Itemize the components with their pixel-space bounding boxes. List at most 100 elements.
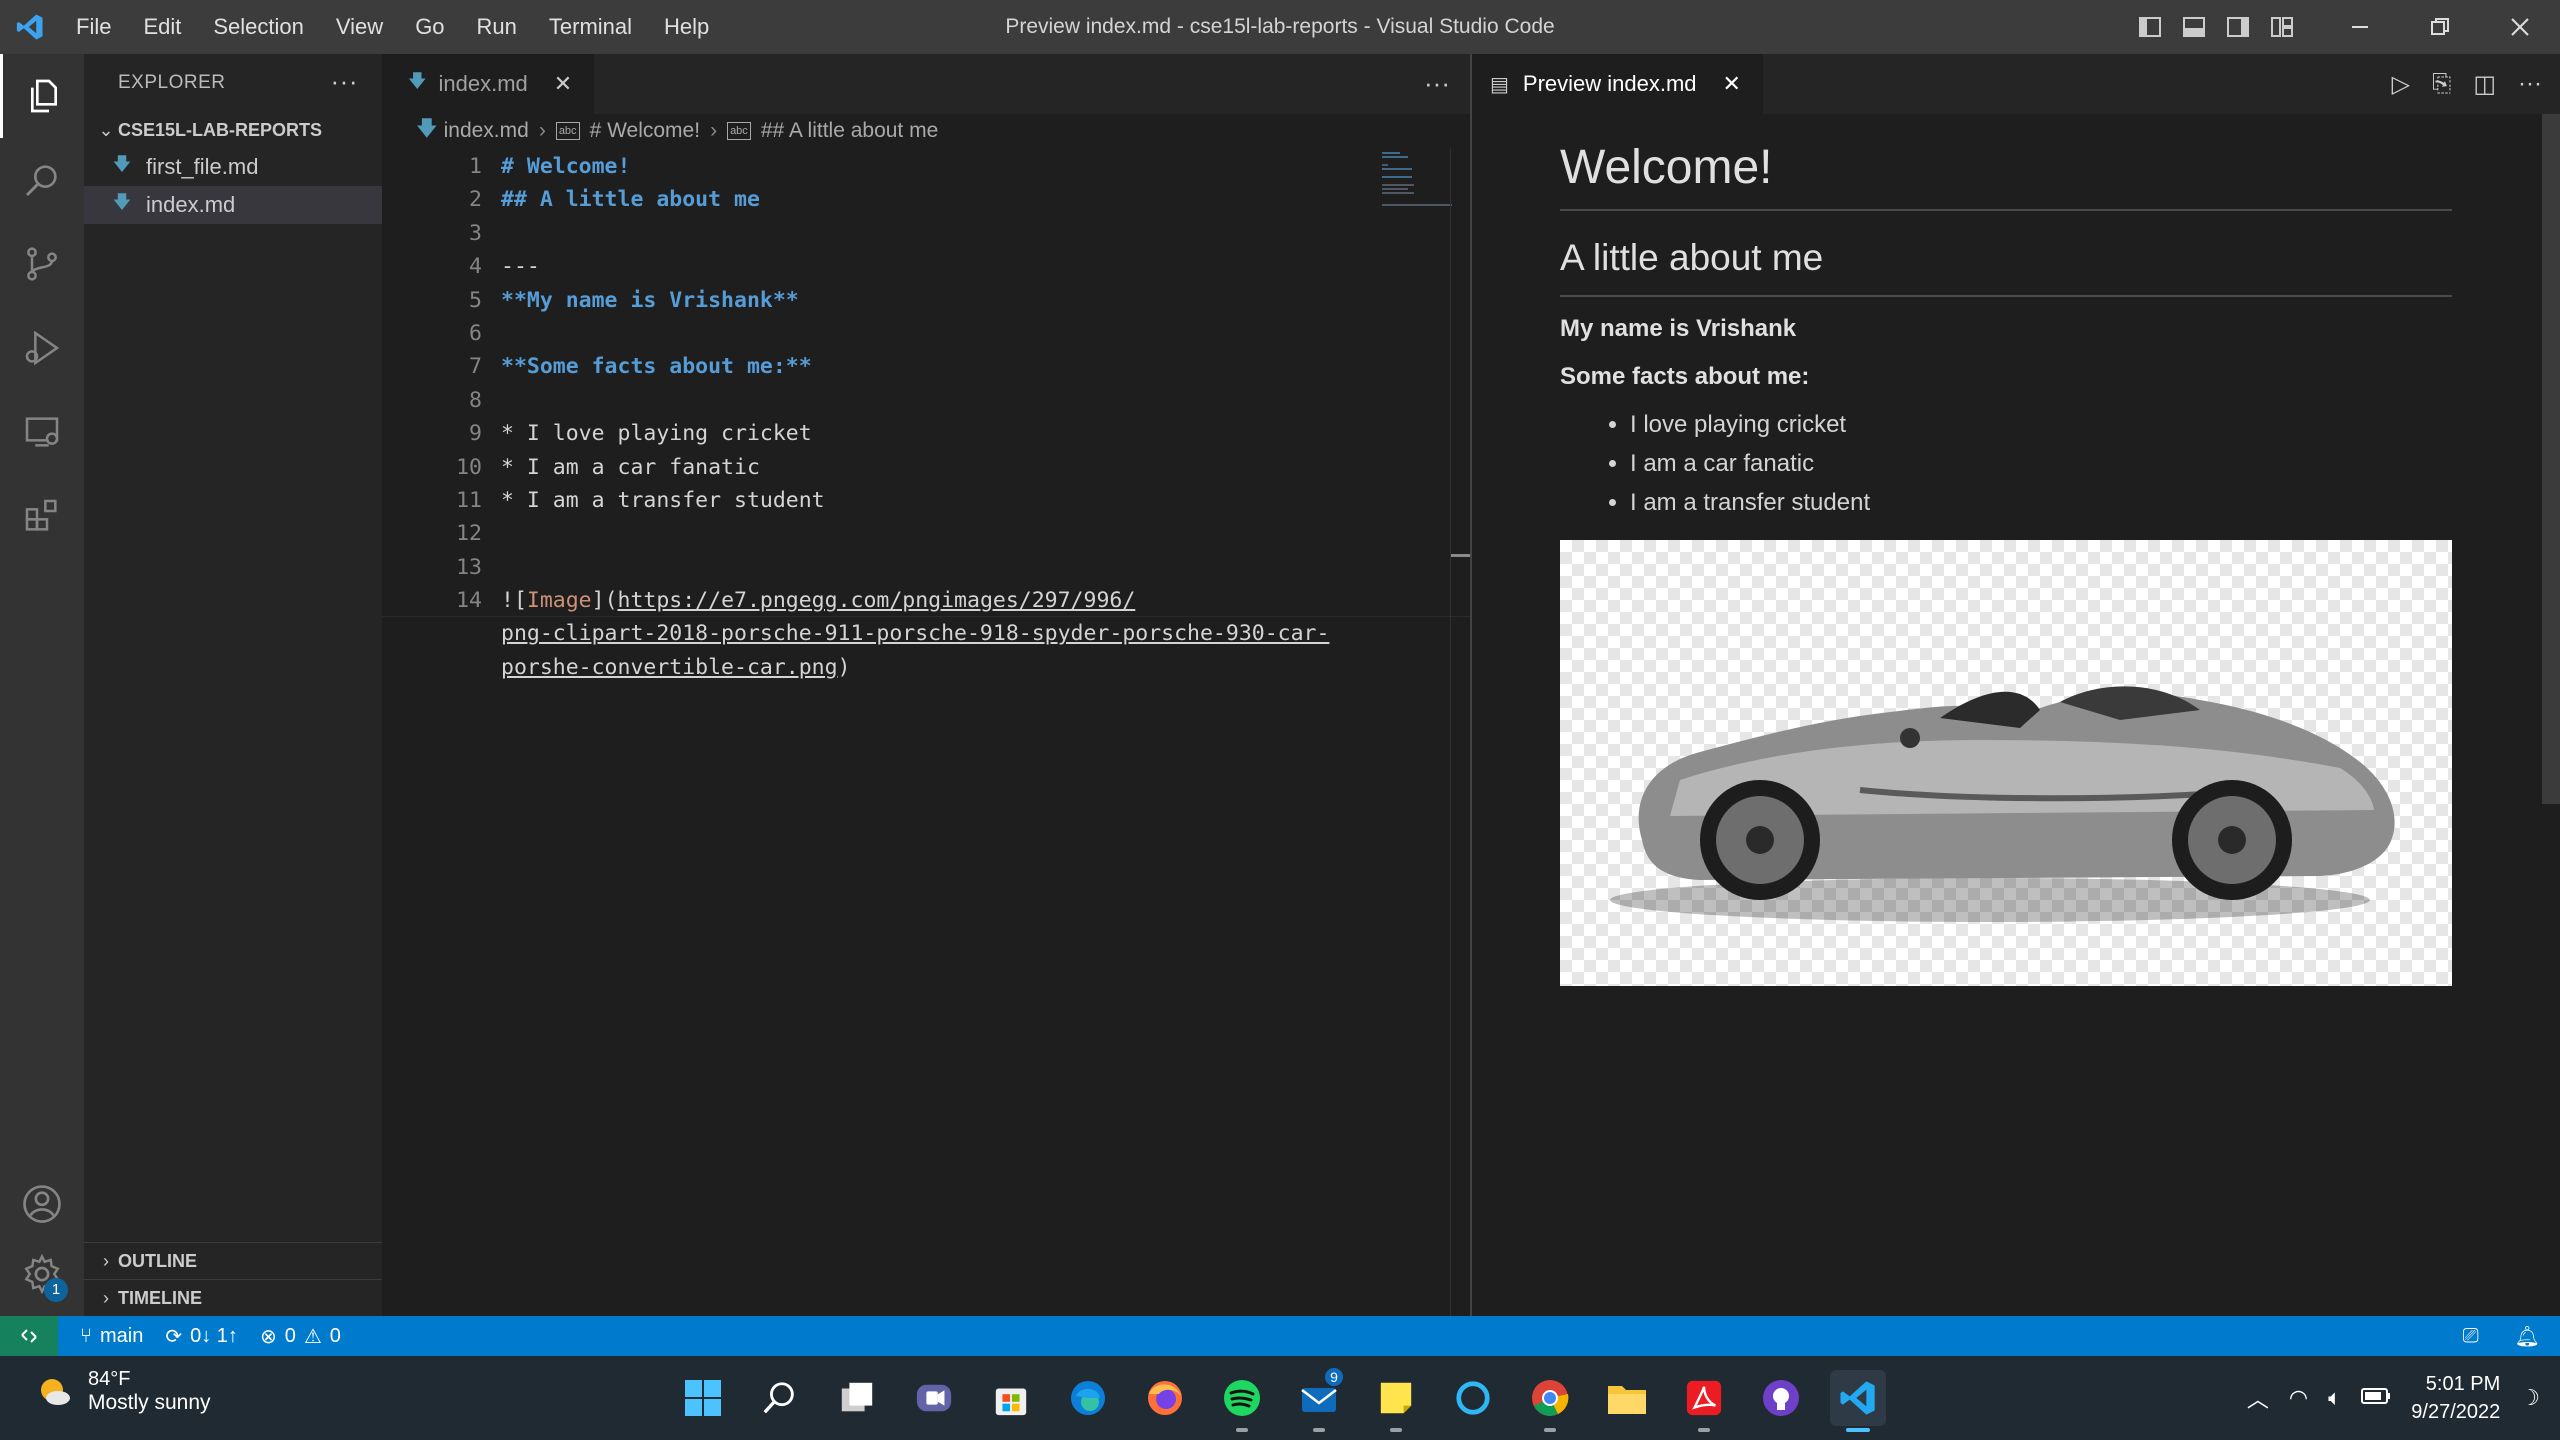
menu-help[interactable]: Help	[648, 0, 725, 54]
battery-icon[interactable]	[2361, 1387, 2391, 1410]
menu-terminal[interactable]: Terminal	[533, 0, 648, 54]
more-actions-icon[interactable]: ···	[2518, 70, 2542, 98]
spotify-icon[interactable]	[1214, 1370, 1270, 1432]
more-actions-icon[interactable]: ···	[331, 66, 358, 97]
remote-indicator-icon[interactable]	[0, 1316, 58, 1356]
branch-name: main	[100, 1324, 144, 1347]
vscode-icon[interactable]	[1830, 1370, 1886, 1432]
task-view-icon[interactable]	[829, 1370, 885, 1426]
close-window-icon[interactable]	[2480, 0, 2560, 54]
list-item: I am a transfer student	[1630, 483, 2452, 522]
file-explorer-icon[interactable]	[1599, 1370, 1655, 1426]
code-editor[interactable]: 1 # Welcome! 2 ## A little about me 3 4 ---…	[382, 148, 1470, 684]
line-text: **Some facts about me:**	[501, 354, 812, 380]
preview-scrollbar[interactable]	[2542, 114, 2560, 804]
preview-name: My name is Vrishank	[1560, 315, 1797, 342]
toggle-primary-sidebar-icon[interactable]	[2132, 9, 2168, 45]
line-number: 4	[469, 254, 482, 280]
problems-status[interactable]: ⊗ 0 ⚠ 0	[260, 1324, 341, 1349]
tab-preview-index-md[interactable]: ▤ Preview index.md ✕	[1472, 54, 1763, 114]
remote-explorer-icon[interactable]	[0, 390, 84, 474]
line-number: 1	[469, 154, 482, 179]
start-icon[interactable]	[675, 1370, 731, 1426]
md-link-text: Image	[526, 588, 592, 614]
chrome-icon[interactable]	[1522, 1370, 1578, 1432]
menu-file[interactable]: File	[60, 0, 127, 54]
code-line: 8	[382, 384, 1470, 417]
clock-date: 9/27/2022	[2411, 1401, 2501, 1423]
close-tab-icon[interactable]: ✕	[554, 71, 572, 97]
menu-view[interactable]: View	[320, 0, 399, 54]
workspace-folder[interactable]: ⌄ CSE15L-LAB-REPORTS	[84, 112, 382, 148]
manage-gear-icon[interactable]: 1	[0, 1232, 84, 1316]
explorer-header: EXPLORER ···	[84, 54, 382, 112]
line-number: 9	[469, 421, 482, 447]
github-desktop-icon[interactable]	[1753, 1370, 1809, 1426]
search-icon[interactable]	[0, 138, 84, 222]
breadcrumb-file[interactable]: index.md	[444, 119, 529, 143]
md-link-url-wrap2[interactable]: porshe-convertible-car.png	[501, 655, 838, 680]
temperature: 84°F	[88, 1368, 131, 1390]
menu-edit[interactable]: Edit	[127, 0, 197, 54]
teams-chat-icon[interactable]	[906, 1370, 962, 1426]
toggle-panel-icon[interactable]	[2176, 9, 2212, 45]
warning-count: 0	[329, 1324, 341, 1347]
menu-selection[interactable]: Selection	[197, 0, 320, 54]
editor-more-actions-icon[interactable]: ···	[1424, 68, 1450, 99]
error-icon: ⊗	[259, 1325, 277, 1348]
sync-status[interactable]: ⟳ 0↓ 1↑	[165, 1324, 238, 1349]
run-debug-icon[interactable]	[0, 306, 84, 390]
outline-section[interactable]: › OUTLINE	[84, 1242, 382, 1280]
source-control-icon[interactable]	[0, 222, 84, 306]
menu-go[interactable]: Go	[399, 0, 460, 54]
md-link-url-wrap[interactable]: png-clipart-2018-porsche-911-porsche-918…	[501, 617, 1329, 650]
notifications-bell-icon[interactable]: 🔔︎	[2515, 1324, 2540, 1349]
mail-icon[interactable]: 9	[1291, 1366, 1347, 1432]
explorer-icon[interactable]	[0, 54, 84, 138]
md-link-url-end: porshe-convertible-car.png)	[501, 651, 851, 684]
weather-widget[interactable]: 84°F Mostly sunny	[34, 1368, 211, 1415]
sticky-notes-icon[interactable]	[1368, 1370, 1424, 1432]
editor-group-source: 🡇 index.md ✕ ··· 🡇 index.md › abc # Welc…	[382, 54, 1471, 1316]
code-line: 12	[382, 517, 1470, 550]
file-item-first-file[interactable]: 🡇 first_file.md	[84, 148, 382, 186]
markdown-preview: Welcome! A little about me My name is Vr…	[1560, 114, 2452, 986]
run-icon[interactable]: ▷	[2392, 70, 2410, 99]
timeline-section[interactable]: › TIMELINE	[84, 1279, 382, 1317]
md-link-url[interactable]: https://e7.pngegg.com/pngimages/297/996/	[618, 588, 1136, 613]
chevron-down-icon: ⌄	[98, 119, 114, 140]
wifi-icon[interactable]: ◠	[2289, 1385, 2308, 1411]
code-line: 2 ## A little about me	[382, 183, 1470, 216]
volume-icon[interactable]: 🔈︎	[2328, 1385, 2341, 1411]
file-name: first_file.md	[146, 154, 259, 179]
focus-moon-icon[interactable]: ☽	[2520, 1385, 2540, 1411]
warning-icon: ⚠	[303, 1325, 322, 1348]
open-source-icon[interactable]: ⎘	[2432, 70, 2451, 98]
code-line: 5 **My name is Vrishank**	[382, 284, 1470, 317]
toggle-secondary-sidebar-icon[interactable]	[2220, 9, 2256, 45]
file-item-index[interactable]: 🡇 index.md	[84, 186, 382, 224]
restore-icon[interactable]	[2400, 0, 2480, 54]
close-tab-icon[interactable]: ✕	[1723, 71, 1741, 97]
breadcrumb-h1[interactable]: # Welcome!	[590, 119, 701, 143]
acrobat-icon[interactable]	[1676, 1370, 1732, 1432]
edge-icon[interactable]	[1060, 1370, 1116, 1426]
scroll-position-marker	[1451, 554, 1471, 557]
firefox-icon[interactable]	[1137, 1370, 1193, 1426]
breadcrumb-h2[interactable]: ## A little about me	[761, 119, 938, 143]
search-icon[interactable]	[752, 1370, 808, 1426]
car-image	[1560, 540, 2452, 986]
store-icon[interactable]	[983, 1370, 1039, 1426]
split-editor-icon[interactable]: ◫	[2473, 70, 2496, 99]
customize-layout-icon[interactable]	[2264, 9, 2300, 45]
extensions-icon[interactable]	[0, 474, 84, 558]
branch-status[interactable]: ⑂ main	[80, 1325, 143, 1348]
feedback-icon[interactable]: ⎚	[2463, 1325, 2479, 1348]
menu-run[interactable]: Run	[461, 0, 533, 54]
chevron-up-icon[interactable]: ︿	[2247, 1382, 2269, 1414]
editor-scrollbar[interactable]	[1450, 148, 1471, 1316]
clock[interactable]: 5:01 PM 9/27/2022	[2411, 1370, 2500, 1426]
cortana-icon[interactable]	[1445, 1370, 1501, 1426]
tab-index-md[interactable]: 🡇 index.md ✕	[382, 54, 595, 114]
minimize-icon[interactable]	[2320, 0, 2400, 54]
